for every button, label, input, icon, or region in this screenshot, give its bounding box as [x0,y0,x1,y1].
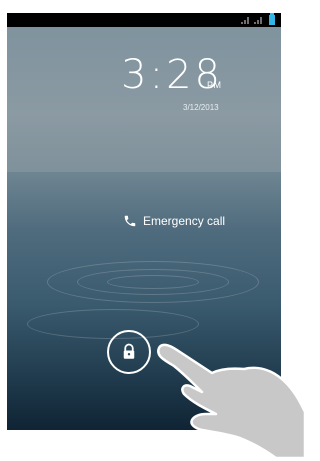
water-ripple [27,309,199,339]
phone-icon [124,215,136,227]
emergency-call-label: Emergency call [143,214,226,228]
clock-date: 3/12/2013 [183,103,219,112]
signal-icon [241,16,250,24]
water-ripple [107,275,199,289]
clock-ampm: PM [207,80,222,90]
emergency-call-button[interactable]: Emergency call [123,213,225,229]
unlock-handle[interactable] [107,330,151,374]
lock-icon [123,343,135,359]
battery-icon [269,13,275,25]
pointing-hand-icon [157,343,305,458]
wallpaper-sky [7,27,281,172]
signal-icon [254,16,263,24]
status-bar [7,13,281,27]
